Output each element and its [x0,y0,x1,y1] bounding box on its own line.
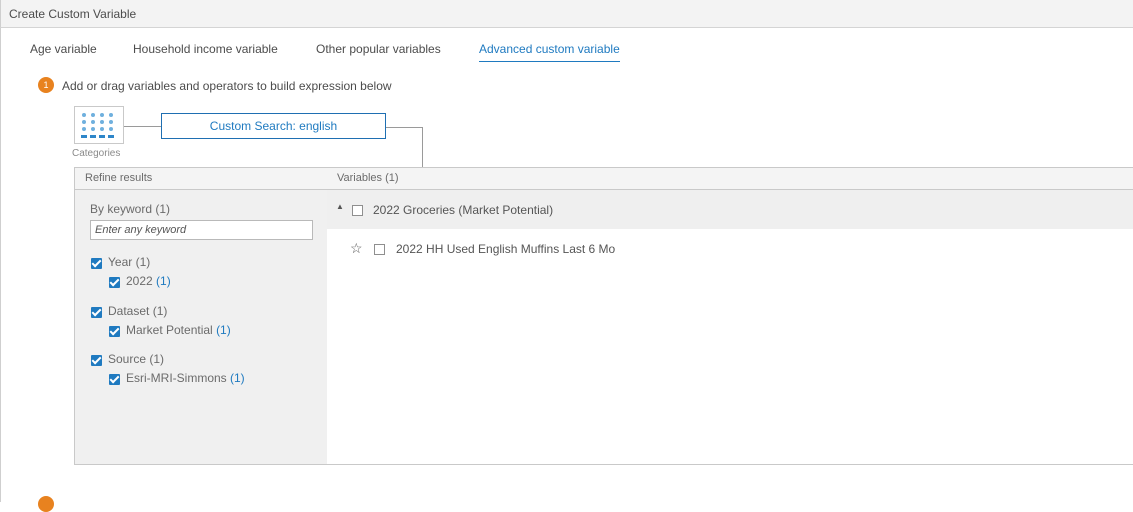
variable-item-label[interactable]: 2022 HH Used English Muffins Last 6 Mo [396,242,615,256]
step-number-badge: 1 [38,77,54,93]
filter-dataset: Dataset (1) [108,304,167,318]
filter-source-label: Source [108,352,147,366]
filter-source-count: (1) [149,352,165,366]
keyword-label-text: By keyword [90,202,153,216]
tab-other-popular-variables[interactable]: Other popular variables [316,42,441,61]
variable-group-label: 2022 Groceries (Market Potential) [373,203,554,217]
filter-market-potential: Market Potential (1) [126,323,231,337]
collapse-caret-icon[interactable]: ▲ [336,202,344,211]
refine-results-pane: Refine results By keyword (1) Year (1) 2… [75,168,328,464]
variables-header: Variables (1) [327,168,1133,190]
grid-icon [81,113,114,138]
custom-search-node[interactable]: Custom Search: english [161,113,386,139]
categories-label: Categories [72,148,121,159]
dialog-title-bar: Create Custom Variable [0,0,1133,28]
keyword-count: (1) [155,202,171,216]
favorite-star-icon[interactable]: ☆ [350,240,363,257]
filter-year-2022: 2022 (1) [126,274,171,288]
refine-header-label: Refine results [85,172,153,184]
filter-market-potential-label: Market Potential [126,323,213,337]
filter-year-2022-label: 2022 [126,274,153,288]
dialog-title: Create Custom Variable [9,7,137,21]
filter-year-label: Year [108,255,133,269]
filter-year: Year (1) [108,255,150,269]
step-instruction-text: Add or drag variables and operators to b… [62,79,392,93]
group-checkbox[interactable] [352,205,363,216]
keyword-filter-label: By keyword (1) [90,202,170,216]
filter-market-potential-count[interactable]: (1) [216,323,231,337]
filter-year-checkbox[interactable] [91,258,102,269]
filter-year-2022-count[interactable]: (1) [156,274,171,288]
browse-panel: Refine results By keyword (1) Year (1) 2… [74,167,1133,465]
filter-year-count: (1) [135,255,151,269]
filter-source: Source (1) [108,352,164,366]
connector-line [386,127,423,128]
filter-esri-mri-simmons-label: Esri-MRI-Simmons [126,371,227,385]
filter-esri-mri-simmons-checkbox[interactable] [109,374,120,385]
tab-advanced-custom-variable[interactable]: Advanced custom variable [479,42,620,62]
connector-line [422,127,423,167]
variables-header-label: Variables (1) [337,172,399,184]
filter-year-2022-checkbox[interactable] [109,277,120,288]
next-step-badge [38,496,54,512]
variable-checkbox[interactable] [374,244,385,255]
filter-source-checkbox[interactable] [91,355,102,366]
dialog-left-border [0,28,1,502]
refine-header: Refine results [75,168,327,190]
variable-group-row[interactable]: ▲ 2022 Groceries (Market Potential) [327,190,1133,229]
filter-market-potential-checkbox[interactable] [109,326,120,337]
categories-button[interactable] [74,106,124,144]
filter-dataset-label: Dataset [108,304,150,318]
filter-esri-mri-simmons: Esri-MRI-Simmons (1) [126,371,245,385]
filter-dataset-checkbox[interactable] [91,307,102,318]
variables-pane: Variables (1) ▲ 2022 Groceries (Market P… [327,168,1133,464]
tab-household-income-variable[interactable]: Household income variable [133,42,278,61]
filter-esri-mri-simmons-count[interactable]: (1) [230,371,245,385]
connector-line [124,126,161,127]
keyword-input[interactable] [90,220,313,240]
tab-age-variable[interactable]: Age variable [30,42,97,61]
filter-dataset-count: (1) [152,304,168,318]
